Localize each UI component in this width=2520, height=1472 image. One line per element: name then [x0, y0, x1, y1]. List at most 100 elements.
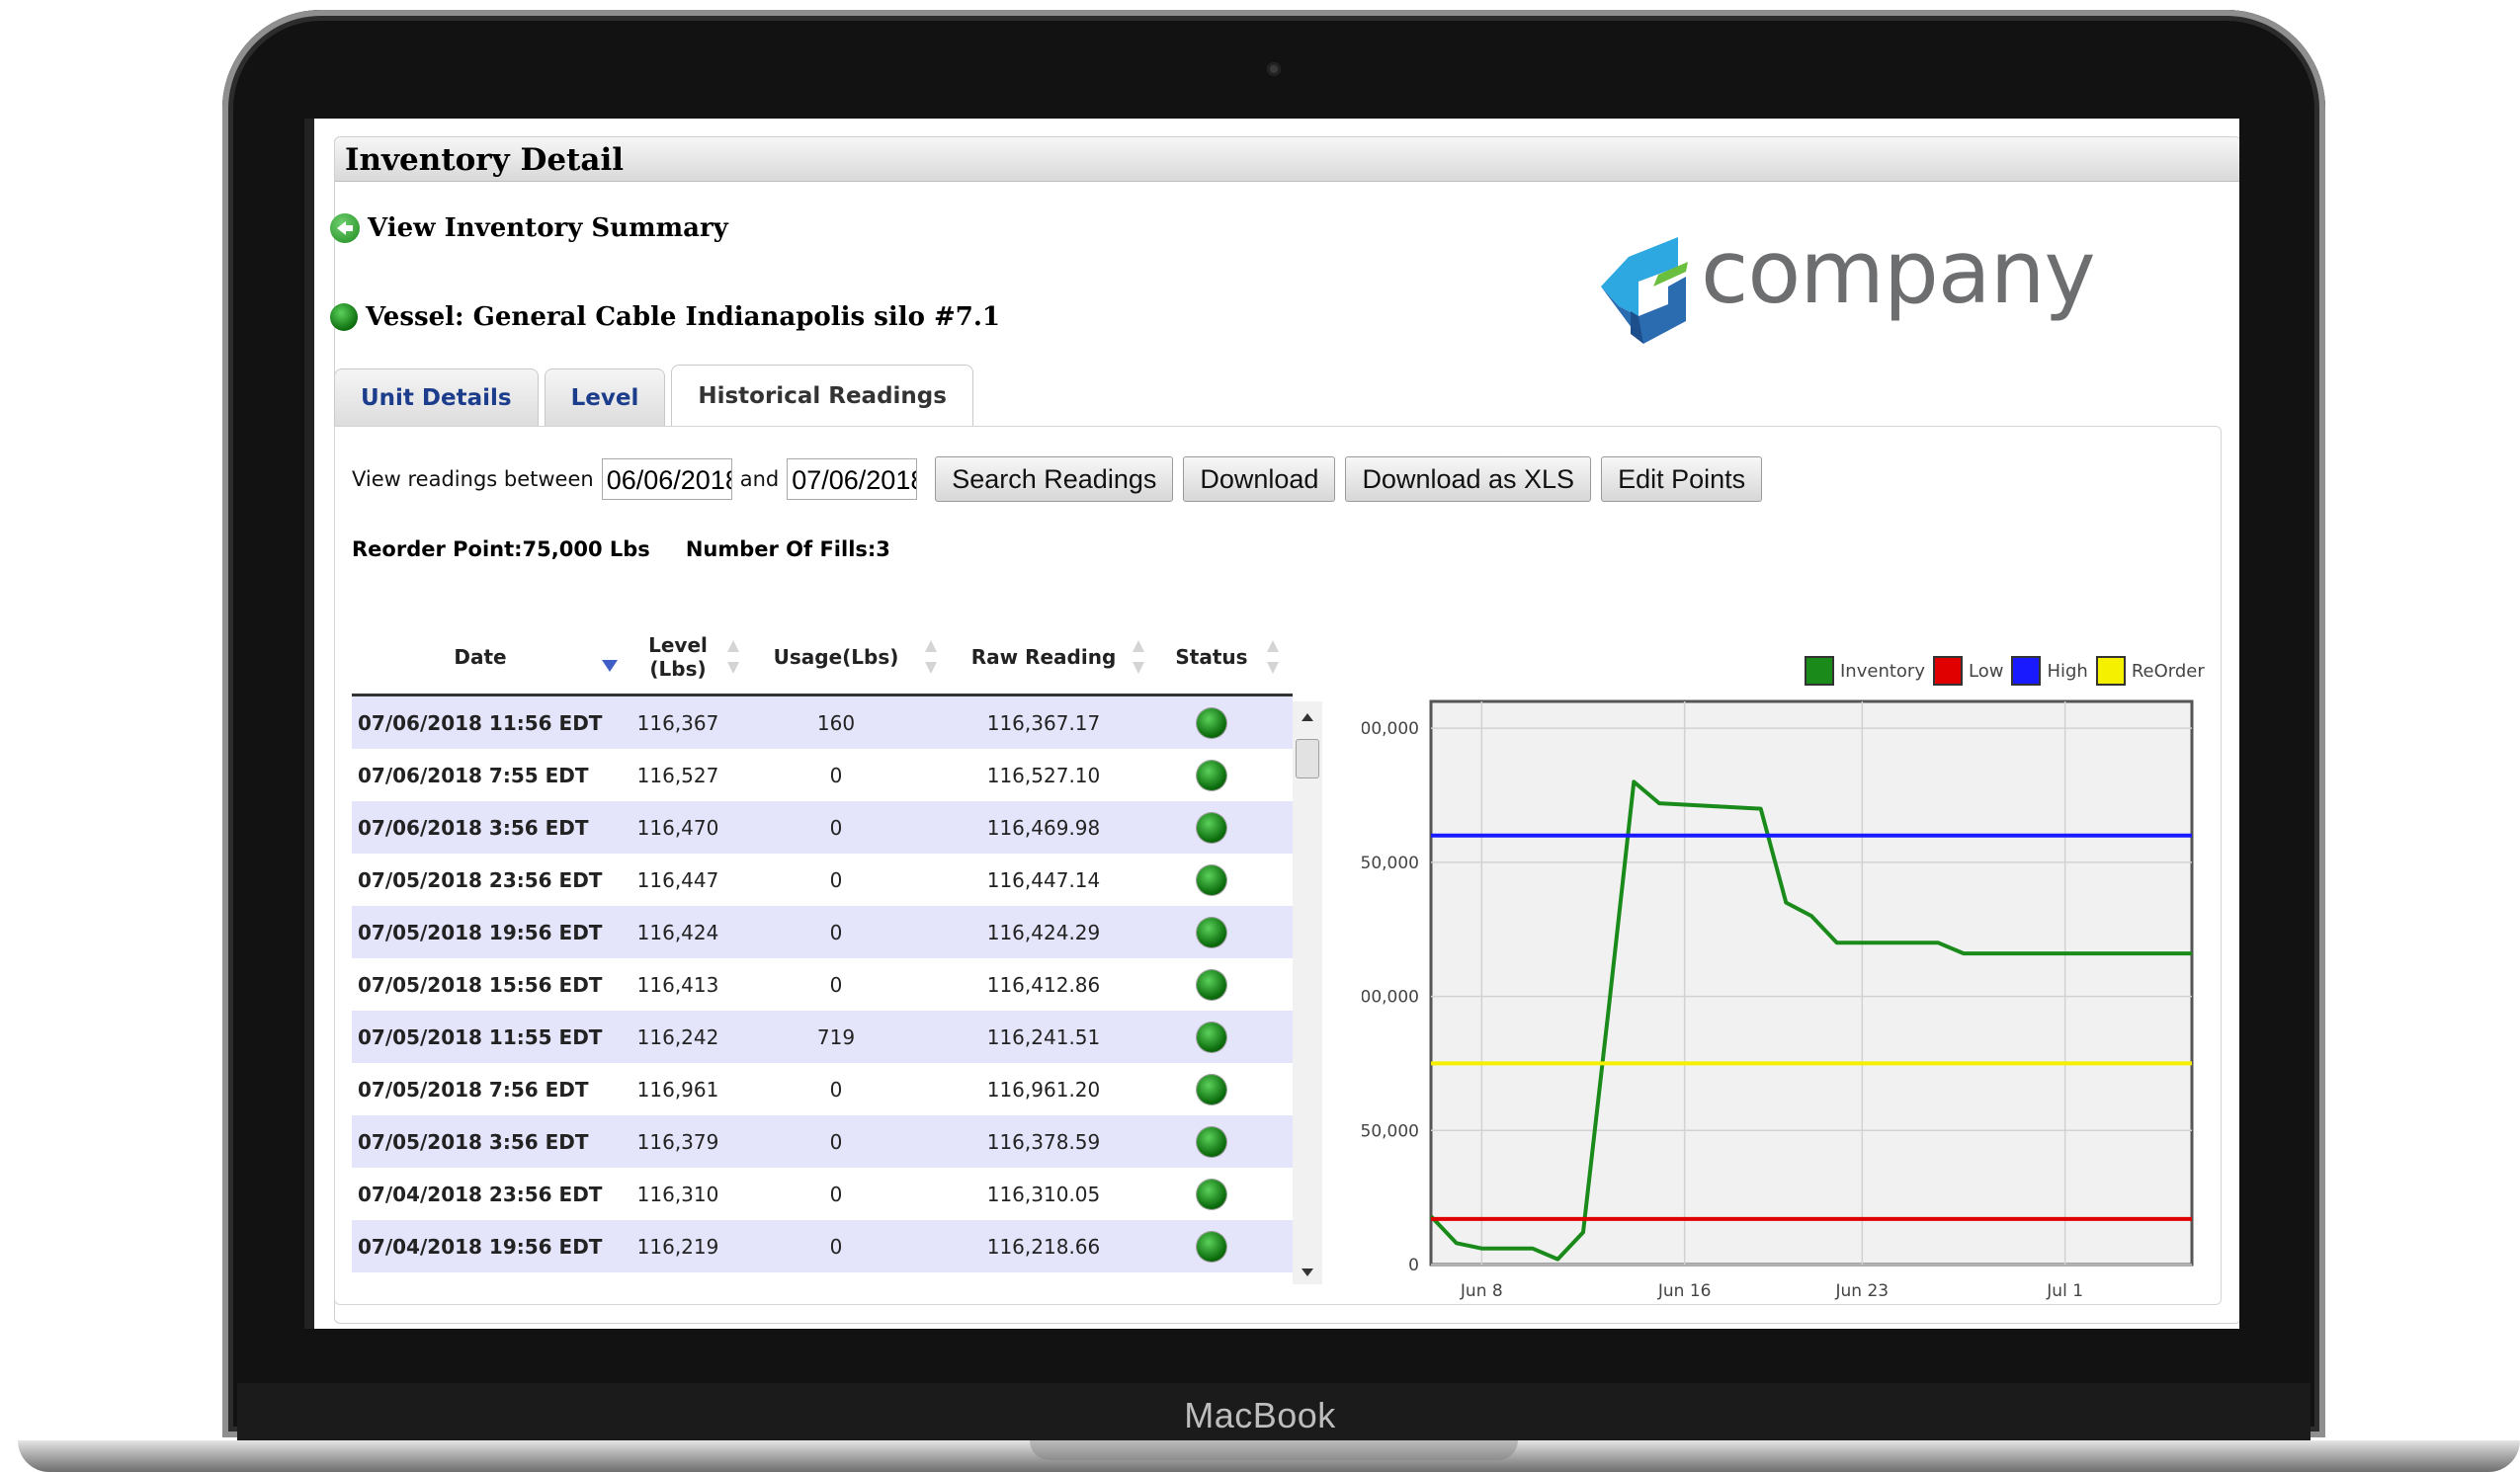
- sort-icon: [1133, 640, 1144, 674]
- number-of-fills: Number Of Fills:3: [685, 537, 890, 561]
- sort-icon: [925, 640, 937, 674]
- download-button[interactable]: Download: [1183, 456, 1336, 502]
- table-row[interactable]: 07/05/2018 23:56 EDT 116,447 0 116,447.1…: [352, 854, 1293, 906]
- table-row[interactable]: 07/05/2018 3:56 EDT 116,379 0 116,378.59: [352, 1115, 1293, 1168]
- table-row[interactable]: 07/06/2018 7:55 EDT 116,527 0 116,527.10: [352, 749, 1293, 801]
- y-tick-label: 0: [1408, 1256, 1419, 1275]
- cell-level: 116,447: [636, 867, 719, 892]
- cell-usage: 0: [829, 1129, 843, 1154]
- cell-usage: 160: [816, 710, 856, 735]
- cell-level: 116,242: [636, 1024, 719, 1049]
- scrollbar-thumb[interactable]: [1296, 739, 1319, 778]
- sort-icon: [727, 640, 739, 674]
- cell-date: 07/05/2018 11:55 EDT: [358, 1024, 603, 1049]
- table-row[interactable]: 07/05/2018 11:55 EDT 116,242 719 116,241…: [352, 1011, 1293, 1063]
- search-readings-button[interactable]: Search Readings: [935, 456, 1174, 502]
- status-ok-icon: [1197, 760, 1226, 790]
- company-logo-text: company: [1701, 221, 2096, 323]
- table-row[interactable]: 07/05/2018 7:56 EDT 116,961 0 116,961.20: [352, 1063, 1293, 1115]
- cell-level: 116,527: [636, 763, 719, 787]
- table-row[interactable]: 07/04/2018 23:56 EDT 116,310 0 116,310.0…: [352, 1168, 1293, 1220]
- cell-date: 07/06/2018 3:56 EDT: [358, 815, 589, 840]
- readings-table: Date Level (Lbs) Usage(Lbs) Raw Reading …: [352, 620, 1322, 1284]
- table-row[interactable]: 07/06/2018 11:56 EDT 116,367 160 116,367…: [352, 696, 1293, 749]
- cell-level: 116,379: [636, 1129, 719, 1154]
- cell-date: 07/04/2018 19:56 EDT: [358, 1234, 603, 1259]
- header-status[interactable]: Status: [1162, 620, 1261, 694]
- panel-title: Inventory Detail: [345, 142, 625, 178]
- screen: Inventory Detail View Inventory Summary …: [304, 119, 2239, 1329]
- table-row[interactable]: 07/05/2018 15:56 EDT 116,413 0 116,412.8…: [352, 958, 1293, 1011]
- back-arrow-icon: [330, 213, 360, 243]
- sort-icon: [1267, 640, 1279, 674]
- scroll-up-icon[interactable]: [1302, 713, 1313, 721]
- cell-raw: 116,447.14: [986, 867, 1101, 892]
- y-tick-label: 150,000: [1362, 854, 1419, 873]
- cell-date: 07/05/2018 3:56 EDT: [358, 1129, 589, 1154]
- scroll-down-icon[interactable]: [1302, 1268, 1313, 1276]
- end-date-input[interactable]: 07/06/2018: [787, 458, 918, 500]
- y-tick-label: 200,000: [1362, 719, 1419, 739]
- table-row[interactable]: 07/04/2018 19:56 EDT 116,219 0 116,218.6…: [352, 1220, 1293, 1272]
- cell-raw: 116,424.29: [986, 920, 1101, 944]
- vessel-status-icon: [330, 303, 358, 331]
- legend-label-low: Low: [1968, 660, 2004, 682]
- cell-date: 07/06/2018 11:56 EDT: [358, 710, 603, 735]
- edit-points-button[interactable]: Edit Points: [1601, 456, 1763, 502]
- table-row[interactable]: 07/05/2018 19:56 EDT 116,424 0 116,424.2…: [352, 906, 1293, 958]
- sort-desc-icon: [602, 660, 618, 672]
- inventory-chart: 0 50,000 100,000 150,000 200,000 Jun 8 Jun 16 J…: [1362, 699, 2194, 1301]
- cell-usage: 719: [816, 1024, 856, 1049]
- cell-date: 07/05/2018 19:56 EDT: [358, 920, 603, 944]
- tab-unit-details[interactable]: Unit Details: [334, 368, 539, 427]
- camera-icon: [1267, 62, 1281, 76]
- tab-historical-readings[interactable]: Historical Readings: [671, 365, 973, 427]
- cell-status: [1162, 1168, 1261, 1220]
- cell-level: 116,424: [636, 920, 719, 944]
- cell-level: 116,310: [636, 1182, 719, 1206]
- laptop-notch: [1030, 1440, 1518, 1460]
- x-tick-label: Jun 8: [1460, 1281, 1503, 1301]
- legend-swatch-low: [1932, 656, 1963, 686]
- table-header: Date Level (Lbs) Usage(Lbs) Raw Reading …: [352, 620, 1293, 696]
- table-scrollbar[interactable]: [1293, 701, 1322, 1284]
- header-raw-reading[interactable]: Raw Reading: [965, 620, 1123, 694]
- cell-raw: 116,412.86: [986, 972, 1101, 997]
- status-ok-icon: [1197, 864, 1226, 895]
- cell-raw: 116,378.59: [986, 1129, 1101, 1154]
- and-label: and: [739, 467, 780, 491]
- cell-status: [1162, 1011, 1261, 1063]
- cell-level: 116,367: [636, 710, 719, 735]
- x-tick-label: Jun 23: [1835, 1281, 1890, 1301]
- cell-usage: 0: [829, 1234, 843, 1259]
- cell-usage: 0: [829, 763, 843, 787]
- stats-row: Reorder Point:75,000 Lbs Number Of Fills…: [352, 537, 890, 561]
- cell-usage: 0: [829, 815, 843, 840]
- cell-raw: 116,218.66: [986, 1234, 1101, 1259]
- table-row[interactable]: 07/06/2018 3:56 EDT 116,470 0 116,469.98: [352, 801, 1293, 854]
- cell-status: [1162, 1220, 1261, 1272]
- cell-date: 07/06/2018 7:55 EDT: [358, 763, 589, 787]
- status-ok-icon: [1197, 969, 1226, 1000]
- header-date[interactable]: Date: [411, 620, 549, 694]
- legend-label-inventory: Inventory: [1840, 660, 1925, 682]
- header-level[interactable]: Level (Lbs): [638, 620, 717, 694]
- cell-raw: 116,367.17: [986, 710, 1101, 735]
- header-usage[interactable]: Usage(Lbs): [767, 620, 905, 694]
- cell-raw: 116,469.98: [986, 815, 1101, 840]
- cell-status: [1162, 958, 1261, 1011]
- view-inventory-summary-link[interactable]: View Inventory Summary: [330, 213, 728, 243]
- cell-status: [1162, 696, 1261, 749]
- reorder-point: Reorder Point:75,000 Lbs: [352, 537, 650, 561]
- cell-status: [1162, 854, 1261, 906]
- vessel-label: Vessel: General Cable Indianapolis silo …: [366, 302, 1001, 332]
- cell-status: [1162, 1115, 1261, 1168]
- cell-level: 116,219: [636, 1234, 719, 1259]
- cell-raw: 116,527.10: [986, 763, 1101, 787]
- download-xls-button[interactable]: Download as XLS: [1345, 456, 1592, 502]
- legend-label-high: High: [2047, 660, 2088, 682]
- tab-level[interactable]: Level: [544, 368, 666, 427]
- view-inventory-summary-label: View Inventory Summary: [368, 213, 728, 243]
- start-date-input[interactable]: 06/06/2018: [601, 458, 732, 500]
- chart-legend: Inventory Low High ReOrder: [1797, 656, 2205, 686]
